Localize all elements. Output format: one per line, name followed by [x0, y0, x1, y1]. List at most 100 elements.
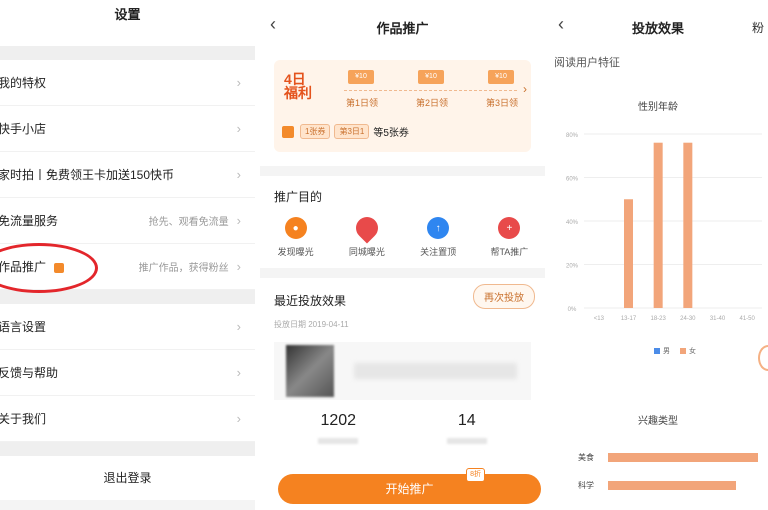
row-value: 抢先、观看免流量: [148, 217, 229, 228]
video-card[interactable]: [274, 342, 531, 400]
tab-fans[interactable]: 粉: [752, 19, 764, 36]
bar: [624, 199, 633, 308]
interest-bar-row: 科学: [578, 480, 768, 491]
chevron-right-icon: ›: [236, 365, 241, 380]
chevron-right-icon: ›: [236, 411, 241, 426]
blurred-caption: [354, 363, 517, 379]
divider: [344, 90, 517, 91]
blurred-label: [446, 438, 487, 444]
tag: 第3日1: [334, 124, 370, 139]
divider: [0, 442, 255, 456]
goal-discover[interactable]: ● 发现曝光: [266, 217, 326, 258]
goal-pin[interactable]: ↑ 关注置顶: [408, 217, 468, 258]
promote-again-button[interactable]: 再次投放: [473, 284, 535, 309]
stats: 1202 14: [274, 412, 531, 444]
x-tick-label: 24-30: [680, 316, 696, 322]
legend-swatch: [654, 348, 660, 354]
divider: [260, 166, 545, 176]
back-arrow-icon[interactable]: ‹: [558, 14, 564, 35]
chart-title: 兴趣类型: [638, 416, 678, 427]
coupon-icon: ¥10: [348, 70, 374, 84]
x-tick-label: 13-17: [621, 316, 637, 322]
logout-button[interactable]: 退出登录: [0, 456, 255, 500]
bar: [653, 142, 663, 308]
y-tick-label: 20%: [566, 264, 579, 270]
stat-value: 1202: [320, 412, 357, 429]
row-value: 推广作品，获得粉丝: [138, 263, 229, 274]
bonus-card[interactable]: 4日 福利 ¥10 ¥10 ¥10 第1日领 第2日领 第3日领 › 1张券 第…: [274, 60, 531, 152]
chevron-right-icon: ›: [236, 75, 241, 90]
chevron-right-icon: ›: [236, 121, 241, 136]
legend-label: 男: [663, 348, 670, 355]
gender-age-chart: 0% 20% 40% 60% 80% <13 13-17 18-23 24-30 31-40 41-…: [566, 133, 762, 322]
divider: [0, 46, 255, 60]
legend-label: 女: [689, 348, 696, 355]
settings-row-shop[interactable]: 快手小店 ›: [0, 106, 255, 152]
chevron-right-icon: ›: [236, 259, 241, 274]
settings-row-about[interactable]: 关于我们 ›: [0, 396, 255, 442]
interest-bar: [608, 481, 736, 490]
divider: [260, 268, 545, 278]
settings-row-language[interactable]: 语言设置 ›: [0, 304, 255, 350]
day-label: 第2日领: [416, 98, 449, 108]
effects-header: ‹ 投放效果 粉: [548, 0, 768, 54]
row-label: 快手小店: [0, 122, 47, 136]
settings-row-free-data[interactable]: 免流量服务 抢先、观看免流量 ›: [0, 198, 255, 244]
bonus-tags: 1张券 第3日1 等5张券: [282, 124, 409, 139]
chart-legend: 男 女: [644, 346, 696, 356]
user-add-icon: +: [498, 217, 521, 239]
x-tick-label: 18-23: [650, 316, 666, 322]
page-title: 作品推广: [376, 20, 429, 36]
stat: 14: [446, 412, 487, 444]
flame-icon: ●: [284, 217, 307, 239]
discount-badge: 8折: [466, 468, 485, 482]
goal-help[interactable]: + 帮TA推广: [479, 217, 539, 258]
video-thumbnail: [286, 345, 334, 397]
y-tick-label: 40%: [566, 220, 579, 226]
goal-label: 帮TA推广: [490, 247, 529, 257]
bar-label: 美食: [578, 453, 594, 462]
bonus-title-line1: 4日: [284, 71, 306, 87]
row-label: 家时拍丨免费领王卡加送150快币: [0, 168, 175, 182]
day-label: 第3日领: [486, 98, 519, 108]
pie-chart-partial: [758, 345, 768, 371]
row-label: 反馈与帮助: [0, 366, 59, 380]
y-tick-label: 80%: [566, 133, 579, 139]
button-label: 开始推广: [385, 482, 434, 496]
bar: [683, 142, 693, 308]
coupon-icon: ¥10: [488, 70, 514, 84]
section-title: 推广目的: [274, 190, 323, 204]
chevron-right-icon: ›: [236, 167, 241, 182]
settings-row-king-card[interactable]: 家时拍丨免费领王卡加送150快币 ›: [0, 152, 255, 198]
settings-row-privileges[interactable]: 我的特权 ›: [0, 60, 255, 106]
promote-panel: ‹ 作品推广 4日 福利 ¥10 ¥10 ¥10 第1日领 第2日领 第3日领 …: [260, 0, 545, 510]
start-promote-button[interactable]: 开始推广 8折: [278, 468, 541, 504]
tags-suffix: 等5张券: [373, 128, 409, 139]
settings-row-feedback[interactable]: 反馈与帮助 ›: [0, 350, 255, 396]
x-tick-label: 31-40: [710, 316, 726, 322]
page-title: 投放效果: [631, 20, 684, 36]
bonus-title: 4日 福利: [284, 72, 312, 100]
day-label: 第1日领: [346, 98, 379, 108]
legend-swatch: [680, 348, 686, 354]
effects-panel: ‹ 投放效果 粉 阅读用户特征 性别年龄 0% 20% 40% 60% 80% <13 13…: [548, 0, 768, 510]
goal-local[interactable]: 同城曝光: [337, 212, 397, 258]
chevron-right-icon: ›: [236, 319, 241, 334]
interest-bar: [608, 453, 758, 462]
stat-value: 14: [457, 412, 476, 429]
row-label: 免流量服务: [0, 214, 59, 228]
pin-icon: ↑: [427, 217, 450, 239]
y-tick-label: 0%: [568, 307, 577, 313]
settings-panel: 设置 我的特权 › 快手小店 › 家时拍丨免费领王卡加送150快币 › 免流量服…: [0, 0, 255, 510]
row-label: 关于我们: [0, 412, 47, 426]
location-icon: [351, 212, 383, 244]
back-arrow-icon[interactable]: ‹: [270, 14, 276, 35]
gift-icon: [282, 125, 294, 138]
row-label: 我的特权: [0, 76, 47, 90]
recent-date: 投放日期 2019-04-11: [274, 320, 349, 329]
goal-list: ● 发现曝光 同城曝光 ↑ 关注置顶 + 帮TA推广: [260, 212, 545, 268]
bar-label: 科学: [578, 481, 594, 490]
y-tick-label: 60%: [566, 177, 579, 183]
blurred-label: [318, 438, 359, 444]
section-title: 阅读用户特征: [554, 57, 620, 69]
